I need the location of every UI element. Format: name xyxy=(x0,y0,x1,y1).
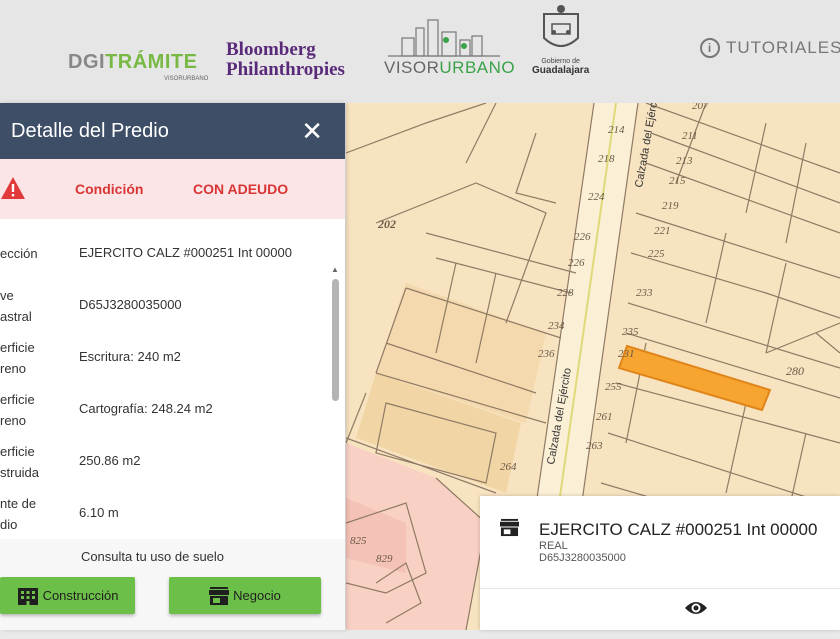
building-icon xyxy=(17,587,38,605)
parcel-number: 225 xyxy=(648,248,665,260)
divider xyxy=(480,588,840,589)
parcel-number: 236 xyxy=(538,348,555,360)
parcel-number: 280 xyxy=(786,364,804,378)
parcel-number: 226 xyxy=(574,231,591,243)
parcel-number: 235 xyxy=(622,326,639,338)
parcel-number: 218 xyxy=(598,153,615,165)
panel-header: Detalle del Predio ✕ xyxy=(0,103,345,159)
scroll-up-icon[interactable]: ▲ xyxy=(331,265,339,274)
panel-title: Detalle del Predio xyxy=(11,119,169,142)
info-icon: i xyxy=(700,38,720,58)
top-header: D GI TRÁMITE VISORURBANO Bloomberg Phila… xyxy=(0,0,840,103)
property-detail-panel: Detalle del Predio ✕ Condición CON ADEUD… xyxy=(0,103,345,630)
logo-text: GI xyxy=(82,50,106,73)
detail-key: nte de dio xyxy=(0,496,37,532)
construccion-label: Construcción xyxy=(42,588,119,603)
parcel-number: 224 xyxy=(588,191,605,203)
property-name: EJERCITO CALZ #000251 Int 00000 xyxy=(539,520,818,539)
close-icon[interactable]: ✕ xyxy=(301,118,323,144)
property-type: REAL xyxy=(539,540,568,552)
detail-value: EJERCITO CALZ #000251 Int 00000 xyxy=(79,245,292,260)
guadalajara-logo: Gobierno de Guadalajara xyxy=(532,4,589,76)
tutorials-label: TUTORIALES xyxy=(726,38,840,57)
parcel-number: 207 xyxy=(692,103,709,112)
detail-value: Escritura: 240 m2 xyxy=(79,349,181,364)
parcel-number: 211 xyxy=(682,130,698,142)
scrollbar-thumb[interactable] xyxy=(332,279,339,401)
parcel-number: 264 xyxy=(500,461,517,473)
detail-key: ección xyxy=(0,246,38,261)
parcel-number: 255 xyxy=(605,381,622,393)
detail-value: 6.10 m xyxy=(79,505,119,520)
digitramite-logo[interactable]: D GI TRÁMITE VISORURBANO xyxy=(68,40,208,84)
property-info-card[interactable]: EJERCITO CALZ #000251 Int 00000 REAL D65… xyxy=(480,496,840,630)
logo-text: URBANO xyxy=(439,58,516,77)
logo-text: Guadalajara xyxy=(532,65,590,76)
detail-value: Cartografía: 248.24 m2 xyxy=(79,401,213,416)
condition-value: CON ADEUDO xyxy=(193,181,289,197)
visorurbano-logo[interactable]: VISOR URBANO xyxy=(384,18,515,78)
detail-key: erficie reno xyxy=(0,340,35,376)
condition-alert: Condición CON ADEUDO xyxy=(0,159,345,219)
parcel-number: 829 xyxy=(376,553,393,565)
parcel-number: 202 xyxy=(377,217,396,231)
warning-icon xyxy=(1,177,25,199)
construccion-button[interactable]: Construcción xyxy=(0,577,135,614)
parcel-number: 263 xyxy=(586,440,603,452)
parcel-number: 214 xyxy=(608,124,625,136)
logo-text: TRÁMITE xyxy=(105,50,198,73)
store-icon xyxy=(209,586,230,605)
parcel-number: 233 xyxy=(636,287,653,299)
logo-subtext: VISORURBANO xyxy=(164,76,209,82)
detail-value: D65J3280035000 xyxy=(79,297,182,312)
property-clave: D65J3280035000 xyxy=(539,552,626,564)
parcel-number: 226 xyxy=(568,257,585,269)
parcel-number: 215 xyxy=(669,175,686,187)
coat-of-arms-icon xyxy=(542,5,579,47)
logo-text: D xyxy=(68,50,83,73)
detail-key: ve astral xyxy=(0,288,32,324)
negocio-button[interactable]: Negocio xyxy=(169,577,321,614)
parcel-number: 234 xyxy=(548,320,565,332)
detail-key: erficie struida xyxy=(0,444,40,480)
logo-text: Gobierno de xyxy=(541,58,580,65)
parcel-number: 213 xyxy=(676,155,693,167)
parcel-number: 219 xyxy=(662,200,679,212)
store-icon xyxy=(500,518,519,537)
panel-footer: Consulta tu uso de suelo Construcción Ne… xyxy=(0,539,345,630)
eye-icon[interactable] xyxy=(684,600,708,616)
logo-text: Philanthropies xyxy=(226,59,345,80)
negocio-label: Negocio xyxy=(233,588,281,603)
parcel-number: 825 xyxy=(350,535,367,547)
bloomberg-logo: Bloomberg Philanthropies xyxy=(226,40,345,80)
condition-label: Condición xyxy=(75,181,144,197)
parcel-number: 231 xyxy=(618,348,635,360)
tutorials-link[interactable]: i TUTORIALES xyxy=(700,38,840,58)
detail-value: 250.86 m2 xyxy=(79,453,141,468)
city-skyline-icon xyxy=(388,19,500,57)
parcel-number: 261 xyxy=(596,411,613,423)
logo-text: VISOR xyxy=(384,58,440,77)
parcel-number: 228 xyxy=(557,287,574,299)
land-use-prompt: Consulta tu uso de suelo xyxy=(80,549,225,564)
parcel-number: 221 xyxy=(654,225,671,237)
detail-key: erficie reno xyxy=(0,392,35,428)
logo-text: Bloomberg xyxy=(226,39,316,60)
